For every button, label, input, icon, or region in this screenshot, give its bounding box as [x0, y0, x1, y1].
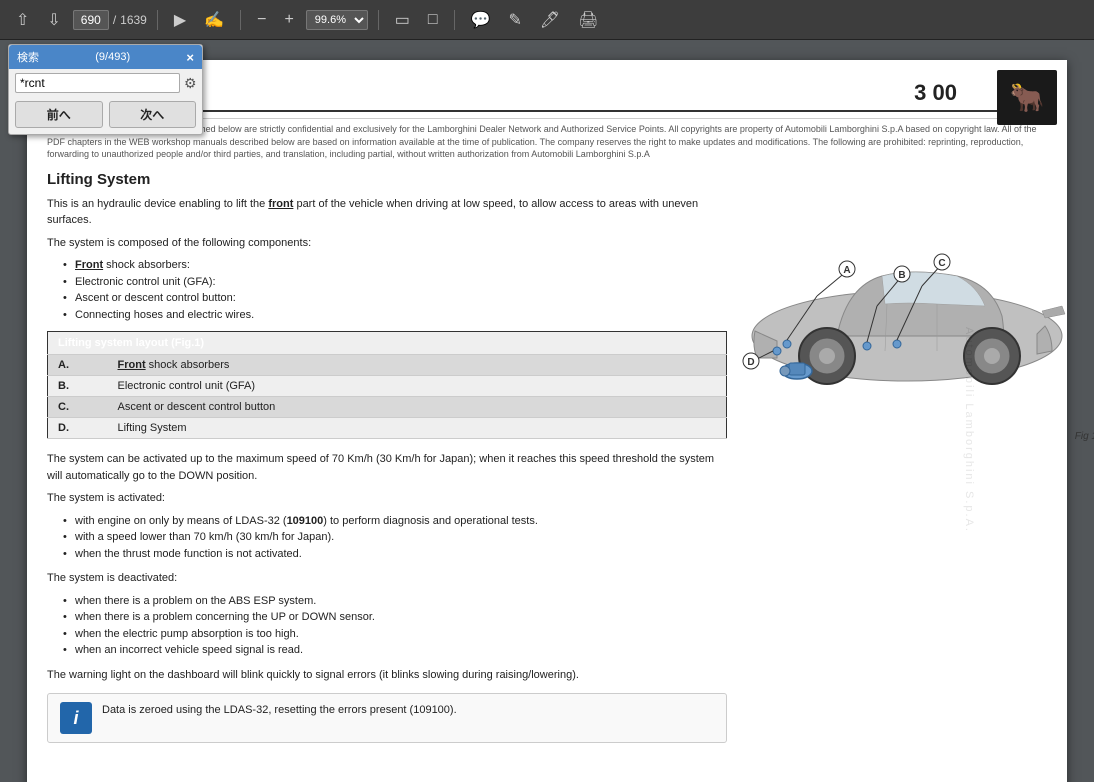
table-cell-label: C. — [48, 397, 108, 418]
list-item: Electronic control unit (GFA): — [63, 274, 727, 291]
table-cell-label: A. — [48, 355, 108, 376]
search-title: 検索 — [17, 49, 39, 65]
components-intro: The system is composed of the following … — [47, 235, 727, 252]
zoom-out-button[interactable]: − — [251, 7, 272, 33]
separator-1 — [157, 10, 158, 30]
separator-3 — [378, 10, 379, 30]
list-item: with engine on only by means of LDAS-32 … — [63, 513, 727, 530]
print-button[interactable]: 🖨 — [572, 6, 604, 34]
car-diagram-svg: A B C D — [737, 196, 1077, 426]
search-result-info: (9/493) — [95, 51, 130, 63]
info-note-text: Data is zeroed using the LDAS-32, resett… — [102, 702, 457, 719]
bull-icon: 🐂 — [1010, 81, 1045, 114]
svg-text:A: A — [843, 265, 850, 276]
svg-text:D: D — [747, 357, 754, 368]
lifting-layout-table: Lifting system layout (Fig.1) A. Front s… — [47, 331, 727, 439]
content-area: This is an hydraulic device enabling to … — [47, 196, 1037, 744]
search-close-button[interactable]: × — [186, 51, 194, 64]
pdf-page: 🐂 Automobili Lamborghini S.p.A. 3 00 The… — [27, 60, 1067, 782]
table-cell-desc: Ascent or descent control button — [108, 397, 727, 418]
list-item: with a speed lower than 70 km/h (30 km/h… — [63, 529, 727, 546]
warning-text: The warning light on the dashboard will … — [47, 667, 727, 684]
table-cell-desc: Front shock absorbers — [108, 355, 727, 376]
list-item: Front shock absorbers: — [63, 257, 727, 274]
comment-button[interactable]: 💬 — [465, 6, 497, 34]
diagram-area: A B C D — [737, 196, 1094, 744]
list-item: when there is a problem concerning the U… — [63, 609, 727, 626]
table-row: A. Front shock absorbers — [48, 355, 727, 376]
separator-2 — [240, 10, 241, 30]
zoom-control: 99.6% 50% 75% 100% 125% 150% — [306, 10, 368, 30]
info-icon: i — [60, 702, 92, 734]
lamborghini-logo: 🐂 — [997, 70, 1057, 125]
list-item: Ascent or descent control button: — [63, 290, 727, 307]
search-input[interactable] — [15, 73, 180, 93]
search-prev-button[interactable]: 前へ — [15, 101, 103, 128]
svg-text:C: C — [938, 258, 945, 269]
table-cell-desc: Lifting System — [108, 418, 727, 439]
list-item: Connecting hoses and electric wires. — [63, 307, 727, 324]
hand-tool-button[interactable]: ✍ — [198, 6, 230, 34]
viewer-area[interactable]: 🐂 Automobili Lamborghini S.p.A. 3 00 The… — [0, 40, 1094, 782]
search-input-row: ⚙ — [9, 69, 202, 97]
list-item: when there is a problem on the ABS ESP s… — [63, 593, 727, 610]
fig-label: Fig 1 — [737, 431, 1094, 442]
select-tool-button[interactable]: □ — [422, 7, 444, 33]
zoom-in-button[interactable]: + — [278, 7, 299, 33]
page-navigation: 690 / 1639 — [73, 10, 147, 30]
table-row: D. Lifting System — [48, 418, 727, 439]
activation-intro: The system can be activated up to the ma… — [47, 451, 727, 484]
separator-4 — [454, 10, 455, 30]
svg-text:B: B — [898, 270, 905, 281]
search-buttons: 前へ 次へ — [9, 97, 202, 134]
search-settings-button[interactable]: ⚙ — [184, 75, 197, 92]
table-cell-label: B. — [48, 376, 108, 397]
section-heading: Lifting System — [47, 171, 1037, 188]
toolbar: ⇧ ⇩ 690 / 1639 ▶ ✍ − + 99.6% 50% 75% 100… — [0, 0, 1094, 40]
total-pages: 1639 — [120, 13, 147, 27]
page-separator: / — [113, 13, 116, 27]
front-highlight: front — [268, 198, 293, 210]
search-panel: 検索 (9/493) × ⚙ 前へ 次へ — [8, 44, 203, 135]
header-code: 3 00 — [914, 80, 957, 106]
cursor-tool-button[interactable]: ▶ — [168, 6, 192, 34]
list-item: when an incorrect vehicle speed signal i… — [63, 642, 727, 659]
page-number-input[interactable]: 690 — [73, 10, 109, 30]
list-item: when the thrust mode function is not act… — [63, 546, 727, 563]
table-cell-label: D. — [48, 418, 108, 439]
next-page-button[interactable]: ⇩ — [41, 6, 66, 34]
deactivation-list: when there is a problem on the ABS ESP s… — [47, 593, 727, 659]
table-row: C. Ascent or descent control button — [48, 397, 727, 418]
activation-label: The system is activated: — [47, 490, 727, 507]
fit-page-button[interactable]: ▭ — [389, 6, 416, 34]
zoom-level-select[interactable]: 99.6% 50% 75% 100% 125% 150% — [306, 10, 368, 30]
table-header: Lifting system layout (Fig.1) — [48, 332, 727, 355]
table-row: B. Electronic control unit (GFA) — [48, 376, 727, 397]
intro-paragraph: This is an hydraulic device enabling to … — [47, 196, 727, 229]
search-next-button[interactable]: 次へ — [109, 101, 197, 128]
highlight-button[interactable]: 🖊 — [534, 6, 566, 34]
activation-list: with engine on only by means of LDAS-32 … — [47, 513, 727, 563]
info-box: i Data is zeroed using the LDAS-32, rese… — [47, 693, 727, 743]
text-content: This is an hydraulic device enabling to … — [47, 196, 727, 744]
search-header: 検索 (9/493) × — [9, 45, 202, 69]
list-item: when the electric pump absorption is too… — [63, 626, 727, 643]
deactivation-label: The system is deactivated: — [47, 570, 727, 587]
pen-button[interactable]: ✎ — [503, 6, 528, 34]
table-cell-desc: Electronic control unit (GFA) — [108, 376, 727, 397]
prev-page-button[interactable]: ⇧ — [10, 6, 35, 34]
components-list: Front shock absorbers: Electronic contro… — [47, 257, 727, 323]
